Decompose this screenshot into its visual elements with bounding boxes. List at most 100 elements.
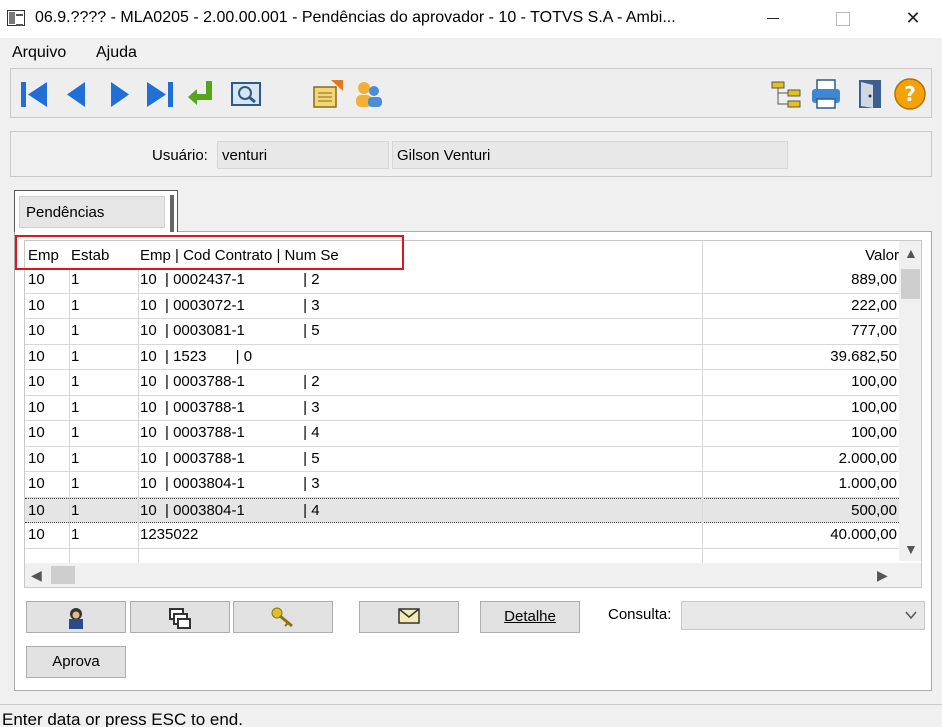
windows-button[interactable] [130,601,230,633]
vertical-scrollbar[interactable]: ▲ ▼ [899,241,921,561]
tab-shadow [170,195,174,232]
cell-doc: 10 | 0003788-1 | 3 [140,398,320,416]
user-label: Usuário: [152,147,208,164]
cell-doc: 10 | 0003788-1 | 2 [140,373,320,390]
table-row[interactable]: 10 1 10 | 0003804-1 | 3 1.000,00 [25,472,899,498]
table-row[interactable]: 10 1 10 | 0003081-1 | 5 777,00 [25,319,899,345]
table-row[interactable]: 10 1 10 | 0002437-1 | 2 889,00 [25,268,899,294]
scroll-right-icon[interactable]: ▶ [877,567,888,584]
print-icon[interactable] [809,77,843,111]
keys-icon [271,607,293,628]
header-valor[interactable]: Valor [865,247,899,264]
cell-estab: 1 [71,501,80,519]
table-row[interactable]: 10 1 10 | 0003072-1 | 3 222,00 [25,294,899,319]
pending-grid[interactable]: Emp Estab Emp | Cod Contrato | Num Se Va… [24,240,922,588]
table-row[interactable]: 10 1 10 | 0003788-1 | 4 100,00 [25,421,899,447]
column-separator [138,268,139,563]
column-separator [702,241,703,268]
vertical-scroll-thumb[interactable] [901,269,920,299]
cell-valor: 777,00 [851,322,897,339]
next-record-icon[interactable] [103,77,137,111]
status-text: Enter data or press ESC to end. [2,710,243,727]
user-name-field: Gilson Venturi [392,141,788,169]
first-record-icon[interactable] [17,77,51,111]
windows-icon [169,608,191,629]
horizontal-scroll-thumb[interactable] [51,566,75,584]
menu-arquivo[interactable]: Arquivo [12,44,66,62]
cell-doc: 10 | 0003081-1 | 5 [140,322,320,339]
close-button[interactable]: ✕ [890,0,936,36]
cell-estab: 1 [71,449,80,467]
cell-valor: 40.000,00 [830,526,897,543]
search-icon[interactable] [229,77,263,111]
column-separator [69,268,70,563]
goto-icon[interactable] [185,77,219,111]
cell-emp: 10 [28,322,45,339]
cell-emp: 10 [28,271,45,288]
cell-doc: 10 | 0003788-1 | 5 [140,449,320,467]
keys-button[interactable] [233,601,333,633]
cell-valor: 222,00 [851,296,897,314]
scroll-down-icon[interactable]: ▼ [904,541,918,557]
cell-doc: 10 | 0003788-1 | 4 [140,424,320,441]
table-row[interactable]: 10 1 10 | 0003788-1 | 3 100,00 [25,396,899,421]
chevron-down-icon [905,611,917,620]
email-button[interactable] [359,601,459,633]
app-icon [7,10,25,26]
cell-doc: 10 | 1523 | 0 [140,347,253,365]
cell-valor: 100,00 [851,424,897,441]
menu-ajuda[interactable]: Ajuda [96,44,137,62]
structure-icon[interactable] [769,77,803,111]
cell-estab: 1 [71,398,80,416]
help-icon[interactable]: ? [893,77,927,111]
window-title: 06.9.???? - MLA0205 - 2.00.00.001 - Pend… [35,9,676,26]
cell-emp: 10 [28,347,45,365]
cell-emp: 10 [28,526,45,543]
cell-valor: 2.000,00 [838,449,897,467]
tab-pendencias[interactable]: Pendências [14,190,178,232]
minimize-button[interactable] [750,0,796,36]
users-icon[interactable] [351,77,385,111]
cell-emp: 10 [28,424,45,441]
svg-text:?: ? [904,82,916,106]
table-row[interactable]: 10 1 10 | 0003788-1 | 2 100,00 [25,370,899,396]
cell-estab: 1 [71,347,80,365]
menu-bar: Arquivo Ajuda [0,38,942,66]
previous-record-icon[interactable] [59,77,93,111]
toolbar: ? [10,68,932,118]
cell-emp: 10 [28,449,45,467]
last-record-icon[interactable] [143,77,177,111]
report-icon[interactable] [311,77,345,111]
exit-door-icon[interactable] [853,77,887,111]
status-bar: Enter data or press ESC to end. [0,704,942,727]
detalhe-label: Detalhe [504,608,556,625]
cell-estab: 1 [71,373,80,390]
cell-estab: 1 [71,271,80,288]
user-code-field[interactable]: venturi [217,141,389,169]
title-bar: 06.9.???? - MLA0205 - 2.00.00.001 - Pend… [0,0,942,38]
table-row[interactable]: 10 1 10 | 1523 | 0 39.682,50 [25,345,899,370]
maximize-button[interactable] [820,0,866,36]
consulta-label: Consulta: [608,606,672,623]
table-row[interactable]: 10 1 10 | 0003804-1 | 4 500,00 [25,497,899,523]
scroll-up-icon[interactable]: ▲ [904,245,918,261]
cell-valor: 500,00 [851,501,897,519]
cell-estab: 1 [71,475,80,492]
cell-estab: 1 [71,296,80,314]
approver-button[interactable] [26,601,126,633]
cell-emp: 10 [28,475,45,492]
cell-estab: 1 [71,424,80,441]
cell-emp: 10 [28,501,45,519]
cell-estab: 1 [71,526,80,543]
cell-valor: 1.000,00 [838,475,897,492]
aprova-button[interactable]: Aprova [26,646,126,678]
consulta-select[interactable] [681,601,925,630]
header-highlight-box [15,235,404,270]
scroll-left-icon[interactable]: ◀ [31,567,42,584]
cell-valor: 39.682,50 [830,347,897,365]
detalhe-button[interactable]: Detalhe [480,601,580,633]
horizontal-scrollbar[interactable]: ◀ ▶ [25,563,921,587]
table-row[interactable]: 10 1 1235022 40.000,00 [25,523,899,549]
table-row[interactable]: 10 1 10 | 0003788-1 | 5 2.000,00 [25,447,899,472]
cell-emp: 10 [28,296,45,314]
